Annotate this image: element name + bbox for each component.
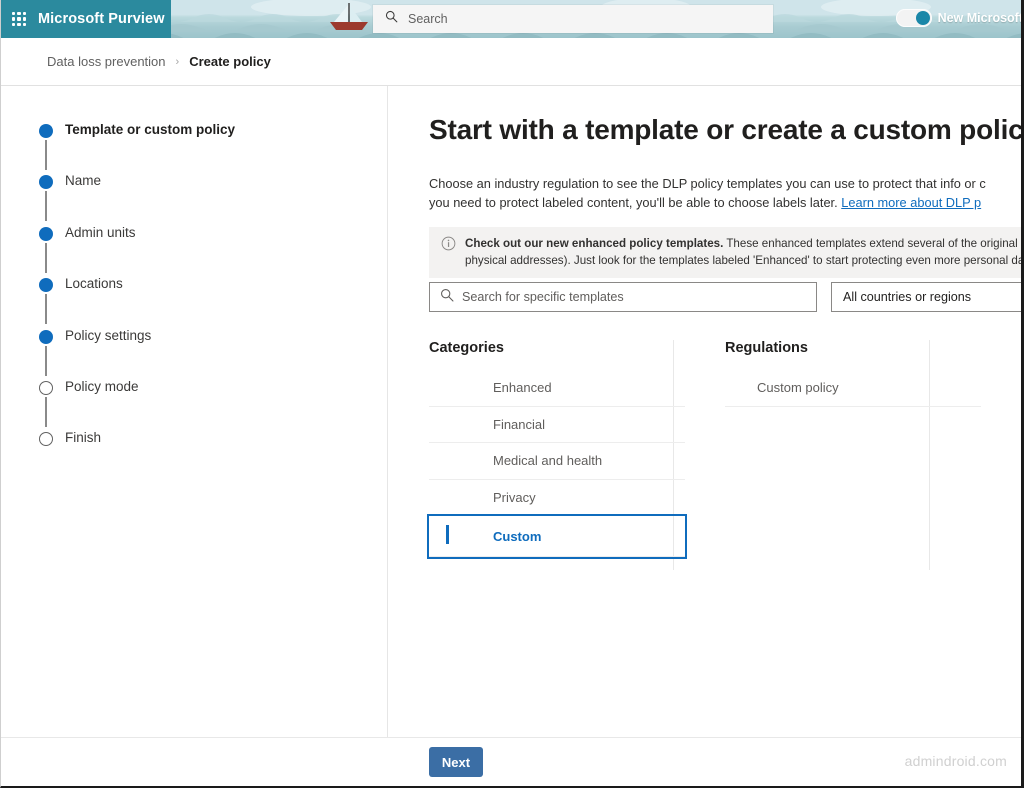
category-item-custom[interactable]: Custom [429, 516, 685, 557]
app-window: Microsoft Purview Search New Microsoft D… [0, 0, 1024, 788]
wizard-footer: Next admindroid.com [1, 737, 1024, 786]
step-connector [45, 140, 47, 170]
enhanced-templates-info-banner: Check out our new enhanced policy templa… [429, 227, 1024, 278]
template-picker-columns: Categories Enhanced Financial Medical an… [429, 340, 1024, 670]
category-item-financial[interactable]: Financial [429, 407, 685, 444]
step-dot-icon [39, 124, 53, 138]
brand-block[interactable]: Microsoft Purview [1, 0, 171, 38]
toggle-label: New Microsoft [938, 11, 1023, 25]
wizard-sidebar: Template or custom policy Name Admin uni… [1, 86, 388, 739]
selection-indicator [446, 525, 449, 544]
country-region-dropdown[interactable]: All countries or regions [831, 282, 1024, 312]
regulations-list: Custom policy [725, 370, 981, 407]
step-dot-icon [39, 278, 53, 292]
categories-list: Enhanced Financial Medical and health Pr… [429, 370, 685, 557]
step-dot-icon [39, 330, 53, 344]
search-icon [385, 10, 398, 28]
step-connector [45, 346, 47, 376]
step-connector [45, 294, 47, 324]
step-dot-icon [39, 175, 53, 189]
step-connector [45, 397, 47, 427]
template-filter-row: Search for specific templates All countr… [429, 282, 1024, 312]
global-search-placeholder: Search [408, 12, 448, 26]
step-connector [45, 243, 47, 273]
info-banner-bold: Check out our new enhanced policy templa… [465, 237, 723, 250]
step-connector [45, 191, 47, 221]
regulation-label: Custom policy [725, 380, 839, 395]
categories-column: Categories Enhanced Financial Medical an… [429, 340, 685, 557]
next-button[interactable]: Next [429, 747, 483, 777]
chevron-right-icon: › [176, 56, 180, 68]
new-experience-toggle[interactable]: New Microsoft [896, 9, 1023, 27]
breadcrumb-parent[interactable]: Data loss prevention [47, 54, 166, 69]
category-item-medical-and-health[interactable]: Medical and health [429, 443, 685, 480]
template-search-placeholder: Search for specific templates [462, 290, 624, 304]
breadcrumb-current: Create policy [189, 54, 271, 69]
step-label: Admin units [65, 225, 136, 240]
watermark: admindroid.com [905, 753, 1007, 769]
category-label: Enhanced [429, 380, 552, 395]
step-dot-icon [39, 381, 53, 395]
category-item-enhanced[interactable]: Enhanced [429, 370, 685, 407]
info-icon [441, 236, 456, 269]
brand-name: Microsoft Purview [38, 11, 165, 27]
regulation-item-custom-policy[interactable]: Custom policy [725, 370, 981, 407]
main-content: Start with a template or create a custom… [389, 86, 1024, 739]
learn-more-link[interactable]: Learn more about DLP p [841, 195, 981, 210]
template-search-input[interactable]: Search for specific templates [429, 282, 817, 312]
step-label: Policy mode [65, 379, 139, 394]
step-label: Finish [65, 430, 101, 445]
category-label: Privacy [429, 490, 536, 505]
regulations-column: Regulations Custom policy [725, 340, 981, 407]
suite-header: Microsoft Purview Search New Microsoft [1, 0, 1024, 38]
toggle-switch[interactable] [896, 9, 932, 27]
category-label: Financial [429, 417, 545, 432]
page-description: Choose an industry regulation to see the… [429, 174, 1024, 212]
step-label: Policy settings [65, 328, 151, 343]
templates-column [981, 340, 1024, 354]
step-label: Template or custom policy [65, 122, 235, 137]
step-dot-icon [39, 227, 53, 241]
app-launcher-icon[interactable] [12, 12, 26, 26]
toggle-knob [916, 11, 930, 25]
page-description-line1: Choose an industry regulation to see the… [429, 176, 986, 191]
category-item-privacy[interactable]: Privacy [429, 480, 685, 517]
sailboat-decoration [319, 2, 379, 34]
step-dot-icon [39, 432, 53, 446]
country-region-value: All countries or regions [843, 290, 971, 304]
categories-heading: Categories [429, 340, 685, 370]
regulations-heading: Regulations [725, 340, 981, 370]
info-banner-text: Check out our new enhanced policy templa… [465, 235, 1024, 269]
page-description-line2: you need to protect labeled content, you… [429, 195, 841, 210]
breadcrumb: Data loss prevention › Create policy [1, 38, 1024, 86]
search-icon [440, 288, 454, 307]
global-search-input[interactable]: Search [373, 5, 773, 33]
step-label: Name [65, 173, 101, 188]
templates-heading [981, 340, 1024, 354]
category-label: Medical and health [429, 453, 602, 468]
step-label: Locations [65, 276, 123, 291]
page-title: Start with a template or create a custom… [429, 114, 1024, 146]
